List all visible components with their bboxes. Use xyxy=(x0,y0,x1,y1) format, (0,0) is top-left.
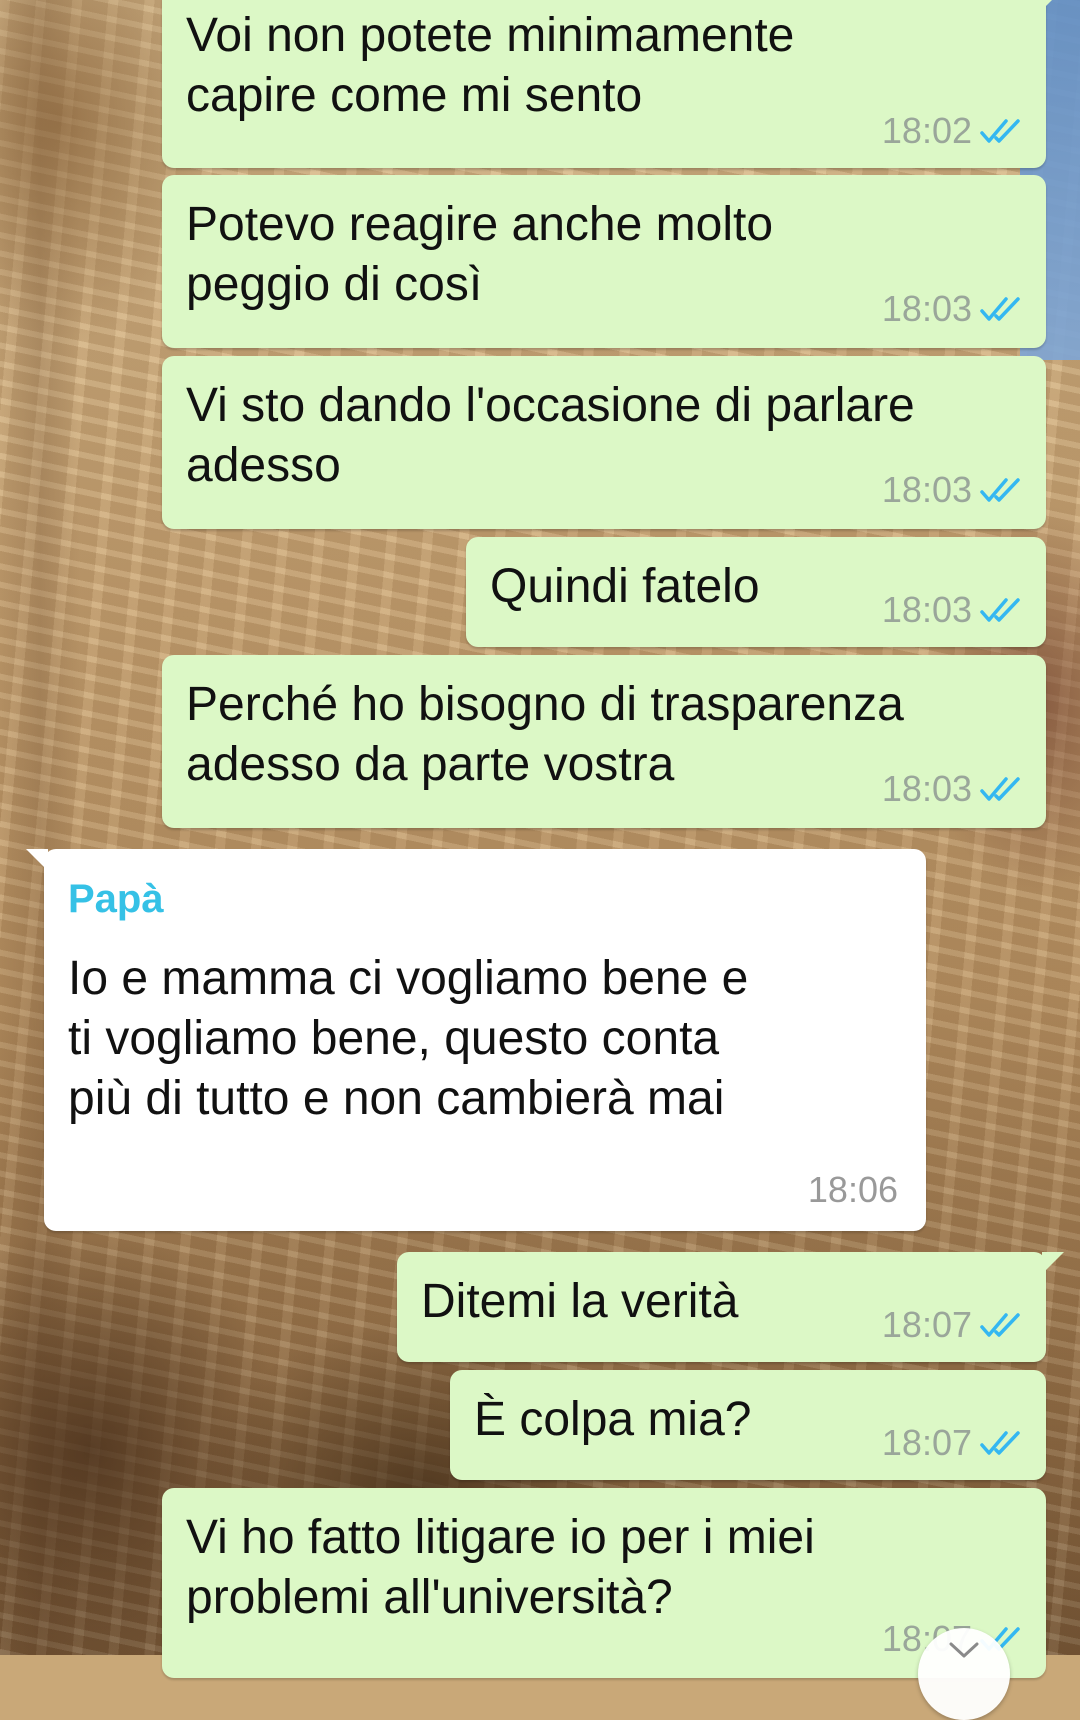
sender-name[interactable]: Papà xyxy=(68,877,164,922)
message-time: 18:02 xyxy=(881,110,972,151)
double-check-icon xyxy=(980,297,1020,321)
message-meta: 18:02 xyxy=(882,110,1024,152)
message-time: 18:07 xyxy=(881,1304,972,1345)
bubble-tail xyxy=(1042,0,1064,10)
message-meta: 18:07 xyxy=(882,1304,1024,1346)
bubble-tail xyxy=(26,849,48,871)
message-time: 18:03 xyxy=(881,589,972,630)
message-meta: 18:03 xyxy=(882,469,1024,511)
message-bubble-outgoing[interactable]: È colpa mia? 18:07 xyxy=(450,1370,1046,1480)
message-bubble-outgoing[interactable]: Perché ho bisogno di trasparenza adesso … xyxy=(162,655,1046,828)
message-time: 18:06 xyxy=(807,1169,898,1210)
message-time: 18:03 xyxy=(881,469,972,510)
message-text: Quindi fatelo xyxy=(490,560,760,613)
double-check-icon xyxy=(980,777,1020,801)
message-time: 18:07 xyxy=(881,1422,972,1463)
message-text: Potevo reagire anche molto peggio di cos… xyxy=(186,198,774,311)
double-check-icon xyxy=(980,598,1020,622)
message-meta: 18:03 xyxy=(882,768,1024,810)
message-text: Vi ho fatto litigare io per i miei probl… xyxy=(186,1511,815,1624)
message-meta: 18:03 xyxy=(882,288,1024,330)
double-check-icon xyxy=(980,119,1020,143)
message-meta: 18:06 xyxy=(808,1169,898,1211)
message-bubble-incoming[interactable]: Papà Io e mamma ci vogliamo bene e ti vo… xyxy=(26,849,926,1231)
message-bubble-outgoing[interactable]: Vi ho fatto litigare io per i miei probl… xyxy=(162,1488,1046,1678)
message-bubble-outgoing[interactable]: Quindi fatelo 18:03 xyxy=(466,537,1046,647)
message-text: Io e mamma ci vogliamo bene e ti vogliam… xyxy=(68,952,749,1125)
message-text: Ditemi la verità xyxy=(421,1275,739,1328)
bubble-tail xyxy=(1042,1252,1064,1274)
double-check-icon xyxy=(980,478,1020,502)
message-text: È colpa mia? xyxy=(474,1393,752,1446)
chevron-down-icon xyxy=(949,1642,979,1658)
message-meta: 18:07 xyxy=(882,1422,1024,1464)
message-bubble-outgoing[interactable]: Ditemi la verità 18:07 xyxy=(397,1252,1064,1362)
message-text: Perché ho bisogno di trasparenza adesso … xyxy=(186,678,904,791)
message-bubble-outgoing[interactable]: Potevo reagire anche molto peggio di cos… xyxy=(162,175,1046,348)
message-text: Voi non potete minimamente capire come m… xyxy=(186,9,795,122)
scroll-to-bottom-button[interactable] xyxy=(918,1628,1010,1720)
message-meta: 18:03 xyxy=(882,589,1024,631)
message-text: Vi sto dando l'occasione di parlare ades… xyxy=(186,379,915,492)
double-check-icon xyxy=(980,1313,1020,1337)
message-bubble-outgoing[interactable]: Voi non potete minimamente capire come m… xyxy=(162,0,1064,168)
message-time: 18:03 xyxy=(881,288,972,329)
double-check-icon xyxy=(980,1431,1020,1455)
message-time: 18:03 xyxy=(881,768,972,809)
message-bubble-outgoing[interactable]: Vi sto dando l'occasione di parlare ades… xyxy=(162,356,1046,529)
